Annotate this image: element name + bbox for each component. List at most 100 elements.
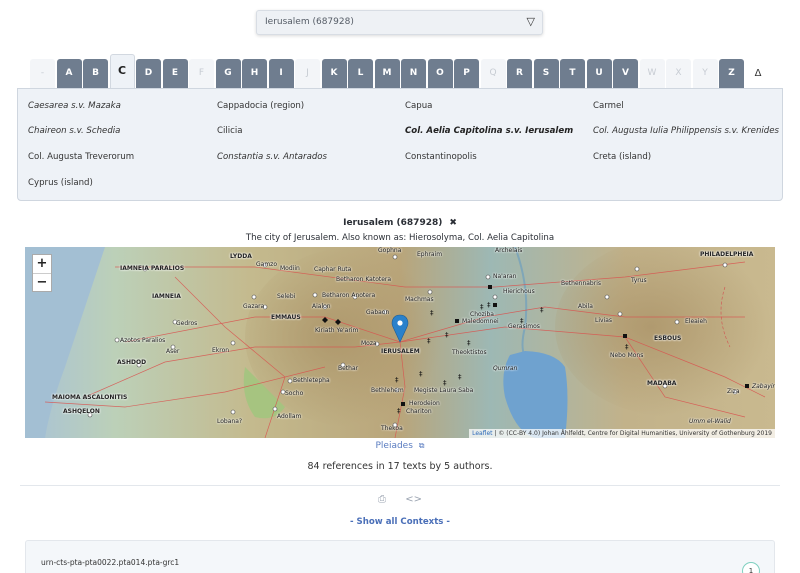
map-label: ASHDOD: [117, 359, 147, 366]
map-label: Gerasimos: [508, 323, 540, 330]
map-label: Bethennabris: [561, 280, 602, 287]
map-label: Choziba: [470, 311, 494, 318]
letter-tab-q: Q: [480, 59, 506, 88]
map-label: LYDDA: [230, 253, 252, 260]
leaflet-link[interactable]: Leaflet: [472, 430, 492, 437]
map-label: Selebi: [277, 293, 296, 300]
letter-tab-i[interactable]: I: [268, 59, 294, 88]
letter-tab-p[interactable]: P: [454, 59, 479, 88]
letter-tab-h[interactable]: H: [242, 59, 267, 88]
place-title: Ierusalem (687928) ✖: [0, 218, 800, 228]
map-label: Zabayir: [752, 383, 775, 390]
map-label: Herodeion: [409, 400, 440, 407]
map-label: Maledomnei: [462, 318, 499, 325]
code-icon[interactable]: <>: [405, 494, 422, 505]
place-list-item[interactable]: Chaireon s.v. Schedia: [28, 126, 120, 136]
map-label: Qumran: [493, 365, 518, 372]
place-list-item[interactable]: Carmel: [593, 101, 624, 111]
letter-tab-s[interactable]: S: [533, 59, 559, 88]
map-label: Lobana?: [217, 418, 243, 425]
place-select-value: Ierusalem (687928): [265, 17, 354, 27]
map-attribution: Leaflet | © (CC-BY 4.0) Johan Åhlfeldt, …: [469, 429, 775, 438]
place-list-item[interactable]: Col. Aelia Capitolina s.v. Ierusalem: [405, 126, 573, 136]
map[interactable]: ‡ ‡ ‡ ‡ ‡ ‡ ‡ ‡ ‡ ‡ ‡ ‡ ‡ ‡ + − Leaflet | © (CC…: [25, 247, 775, 438]
svg-text:‡: ‡: [480, 303, 484, 311]
place-list-item[interactable]: Col. Augusta Treverorum: [28, 152, 134, 162]
text-urn: urn-cts-pta-pta0022.pta014.pta-grc1: [41, 558, 180, 567]
place-list-item[interactable]: Cappadocia (region): [217, 101, 304, 111]
map-label: Betharon Katotera: [336, 276, 392, 283]
letter-tab-l[interactable]: L: [348, 59, 373, 88]
place-list-item[interactable]: Cyprus (island): [28, 178, 93, 188]
place-list-item[interactable]: Constantinopolis: [405, 152, 477, 162]
place-list-item[interactable]: Col. Augusta Iulia Philippensis s.v. Kre…: [593, 126, 779, 136]
map-label: Gophna: [378, 247, 402, 254]
svg-text:‡: ‡: [443, 379, 447, 387]
map-label: Eleaieh: [685, 318, 707, 325]
print-icon[interactable]: ⎙: [378, 494, 386, 505]
map-label: Umm el-Walid: [689, 418, 731, 425]
map-label: IAMNEIA PARALIOS: [120, 265, 185, 272]
letter-tab-v[interactable]: V: [613, 59, 638, 88]
letter-tab-g[interactable]: G: [215, 59, 241, 88]
svg-text:‡: ‡: [427, 337, 431, 345]
place-list-item[interactable]: Caesarea s.v. Mazaka: [28, 101, 121, 111]
place-list-item[interactable]: Creta (island): [593, 152, 651, 162]
zoom-in-button[interactable]: +: [33, 255, 51, 273]
letter-tab-y: Y: [692, 59, 718, 88]
letter-tab-b[interactable]: B: [83, 59, 108, 88]
place-list-item[interactable]: Cilicia: [217, 126, 243, 136]
letter-tab-c[interactable]: C: [109, 54, 135, 88]
letter-tab-a[interactable]: A: [56, 59, 82, 88]
svg-text:‡: ‡: [625, 343, 629, 351]
letter-tab-d[interactable]: D: [136, 59, 161, 88]
divider: [20, 485, 780, 486]
letter-tab-z[interactable]: Z: [719, 59, 744, 88]
map-label: IERUSALEM: [381, 348, 420, 355]
svg-text:‡: ‡: [445, 331, 449, 339]
close-icon[interactable]: ✖: [449, 218, 457, 228]
map-label: Kiriath Ye'arim: [315, 327, 359, 334]
letter-tab-k[interactable]: K: [321, 59, 347, 88]
letter-tab-u[interactable]: U: [586, 59, 612, 88]
letter-tab-o[interactable]: O: [427, 59, 453, 88]
map-label: Bethlehem: [371, 387, 404, 394]
map-label: Ziza: [727, 388, 740, 395]
svg-text:‡: ‡: [487, 301, 491, 309]
pleiades-label: Pleiades: [375, 441, 413, 451]
map-label: Moza: [361, 340, 377, 347]
zoom-out-button[interactable]: −: [33, 273, 51, 291]
place-title-text: Ierusalem (687928): [343, 218, 443, 228]
letter-tab-delta[interactable]: Δ: [746, 59, 771, 88]
map-label: Aser: [166, 348, 180, 355]
pleiades-link[interactable]: Pleiades ⧉: [0, 441, 800, 451]
letter-tab-r[interactable]: R: [507, 59, 532, 88]
count-badge: 1: [742, 562, 760, 573]
svg-text:‡: ‡: [395, 376, 399, 384]
show-all-contexts-link[interactable]: - Show all Contexts -: [0, 517, 800, 527]
map-label: Nebo Mons: [610, 352, 644, 359]
map-label: Megiste Laura Saba: [414, 387, 474, 394]
map-label: Bethletepha: [293, 377, 330, 384]
map-label: Socho: [285, 390, 304, 397]
svg-text:‡: ‡: [540, 306, 544, 314]
letter-tab-dash: -: [30, 59, 55, 88]
letter-tab-t[interactable]: T: [560, 59, 585, 88]
letter-tab-n[interactable]: N: [401, 59, 426, 88]
place-select[interactable]: Ierusalem (687928) ▽: [256, 10, 543, 35]
letter-tab-w: W: [639, 59, 665, 88]
text-card: urn-cts-pta-pta0022.pta014.pta-grc1 1: [25, 540, 775, 573]
map-label: MADABA: [647, 380, 677, 387]
map-label: ASHQELON: [63, 408, 100, 415]
letter-tab-m[interactable]: M: [374, 59, 400, 88]
place-list-item[interactable]: Capua: [405, 101, 432, 111]
map-label: Caphar Ruta: [314, 266, 352, 273]
map-label: Adollam: [277, 413, 302, 420]
map-label: IAMNEIA: [152, 293, 181, 300]
map-label: Abila: [578, 303, 593, 310]
letter-tab-e[interactable]: E: [162, 59, 188, 88]
zoom-controls: + −: [32, 254, 52, 292]
svg-text:‡: ‡: [458, 373, 462, 381]
place-list-item[interactable]: Constantia s.v. Antarados: [217, 152, 327, 162]
map-label: Aialon: [312, 303, 331, 310]
